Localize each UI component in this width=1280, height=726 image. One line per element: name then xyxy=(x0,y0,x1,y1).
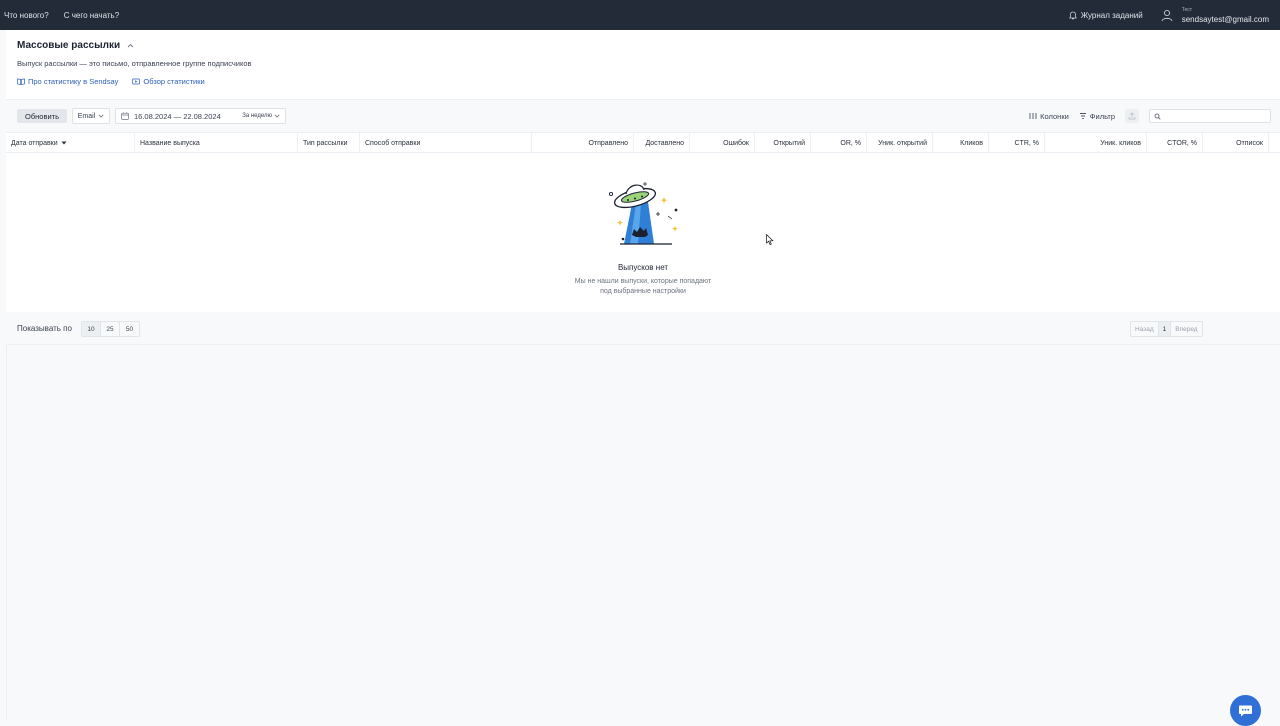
table-header: Дата отправки Название выпуска Тип рассы… xyxy=(6,132,1280,153)
col-send-date-label: Дата отправки xyxy=(11,139,58,147)
col-unsubscribes[interactable]: Отписок xyxy=(1203,133,1269,153)
col-ctor[interactable]: CTOR, % xyxy=(1147,133,1203,153)
empty-state: Выпусков нет Мы не нашли выпуски, которы… xyxy=(6,153,1280,312)
columns-button[interactable]: Колонки xyxy=(1029,112,1069,121)
col-clicks-label: Кликов xyxy=(960,139,983,147)
period-label: За неделю xyxy=(242,113,272,119)
bell-icon xyxy=(1068,11,1077,19)
col-delivered-label: Доставлено xyxy=(645,139,684,147)
col-clicks[interactable]: Кликов xyxy=(933,133,989,153)
export-button[interactable] xyxy=(1125,109,1139,123)
filter-icon xyxy=(1079,113,1086,119)
col-mailing-type[interactable]: Тип рассылки xyxy=(298,133,360,153)
about-stats-link[interactable]: Про статистику в Sendsay xyxy=(17,77,118,86)
mouse-cursor-icon xyxy=(766,234,774,245)
col-unsubscribes-label: Отписок xyxy=(1236,139,1263,147)
col-send-date[interactable]: Дата отправки xyxy=(6,133,135,153)
col-errors-label: Ошибок xyxy=(723,139,749,147)
about-stats-label: Про статистику в Sendsay xyxy=(28,77,119,86)
getting-started-link[interactable]: С чего начать? xyxy=(64,11,119,20)
col-or[interactable]: OR, % xyxy=(811,133,867,153)
channel-select-value: Email xyxy=(77,112,96,120)
col-delivered[interactable]: Доставлено xyxy=(634,133,690,153)
period-select[interactable]: За неделю xyxy=(242,113,280,119)
chevron-up-icon[interactable] xyxy=(127,43,134,48)
empty-state-line-1: Мы не нашли выпуски, которые попадают xyxy=(574,278,712,285)
col-sent-label: Отправлено xyxy=(588,139,628,147)
page-header: Массовые рассылки Выпуск рассылки — это … xyxy=(6,30,1280,100)
col-unique-clicks[interactable]: Уник. кликов xyxy=(1045,133,1147,153)
refresh-button[interactable]: Обновить xyxy=(17,109,67,123)
col-issue-name-label: Название выпуска xyxy=(140,139,200,147)
chevron-down-icon xyxy=(274,114,280,118)
col-issue-name[interactable]: Название выпуска xyxy=(135,133,298,153)
top-bar-right: Журнал заданий Тест sendsaytest@gmail.co… xyxy=(1068,0,1269,30)
date-range-value: 16.08.2024 — 22.08.2024 xyxy=(134,111,221,121)
chat-icon xyxy=(1239,705,1252,716)
search-input[interactable] xyxy=(1149,109,1271,123)
user-name: Тест xyxy=(1181,7,1193,13)
sort-desc-icon xyxy=(61,141,67,145)
search-icon xyxy=(1154,113,1161,120)
col-unique-clicks-label: Уник. кликов xyxy=(1100,139,1141,147)
col-ctr-label: CTR, % xyxy=(1014,139,1040,147)
columns-icon xyxy=(1029,113,1037,119)
columns-label: Колонки xyxy=(1040,111,1069,121)
col-opens-label: Открытий xyxy=(773,139,805,147)
task-journal-label: Журнал заданий xyxy=(1080,10,1143,20)
book-icon xyxy=(17,78,25,85)
chevron-down-icon xyxy=(98,114,104,118)
col-sent[interactable]: Отправлено xyxy=(532,133,634,153)
empty-state-line-2: под выбранные настройки xyxy=(600,288,686,295)
col-opens[interactable]: Открытий xyxy=(755,133,811,153)
page-size-option[interactable]: 10 xyxy=(82,322,101,336)
video-icon xyxy=(132,78,141,85)
page-subtitle: Выпуск рассылки — это письмо, отправленн… xyxy=(17,59,252,68)
empty-state-title: Выпусков нет xyxy=(617,263,669,272)
page-size-label: Показывать по xyxy=(17,324,72,333)
stats-overview-label: Обзор статистики xyxy=(143,77,205,86)
whats-new-link[interactable]: Что нового? xyxy=(4,11,49,20)
col-ctor-label: CTOR, % xyxy=(1167,139,1197,147)
prev-page-button[interactable]: Назад xyxy=(1131,322,1159,336)
calendar-icon xyxy=(121,112,129,120)
stats-overview-link[interactable]: Обзор статистики xyxy=(132,77,205,86)
col-errors[interactable]: Ошибок xyxy=(690,133,755,153)
next-page-button[interactable]: Вперед xyxy=(1171,322,1201,336)
page-size-option[interactable]: 50 xyxy=(120,322,139,336)
date-range-picker[interactable]: 16.08.2024 — 22.08.2024 За неделю xyxy=(115,108,286,124)
col-ctr[interactable]: CTR, % xyxy=(989,133,1045,153)
filter-label: Фильтр xyxy=(1089,111,1115,121)
page-size-selector: 10 25 50 xyxy=(81,321,140,337)
col-send-method[interactable]: Способ отправки xyxy=(360,133,532,153)
content-divider xyxy=(6,345,7,720)
col-or-label: OR, % xyxy=(840,139,861,147)
page-number[interactable]: 1 xyxy=(1158,322,1172,336)
ufo-illustration xyxy=(608,182,678,245)
toolbar: Обновить Email 16.08.2024 — 22.08.2024 З… xyxy=(6,100,1280,132)
col-unique-opens[interactable]: Уник. открытий xyxy=(867,133,933,153)
pagination: Назад 1 Вперед xyxy=(1130,321,1203,337)
task-journal-button[interactable]: Журнал заданий xyxy=(1068,10,1143,20)
page-size-option[interactable]: 25 xyxy=(101,322,120,336)
channel-select[interactable]: Email xyxy=(72,108,110,124)
col-send-method-label: Способ отправки xyxy=(365,139,421,147)
filter-button[interactable]: Фильтр xyxy=(1079,112,1115,121)
user-menu[interactable]: Тест sendsaytest@gmail.com xyxy=(1160,6,1269,24)
user-email: sendsaytest@gmail.com xyxy=(1181,15,1269,24)
page-title: Массовые рассылки xyxy=(17,40,121,51)
col-mailing-type-label: Тип рассылки xyxy=(303,139,348,147)
top-bar: Что нового? С чего начать? Журнал задани… xyxy=(0,0,1280,30)
col-unique-opens-label: Уник. открытий xyxy=(878,139,927,147)
pagination-bar: Показывать по 10 25 50 Назад 1 Вперед xyxy=(6,312,1280,345)
chat-widget-button[interactable] xyxy=(1230,695,1261,726)
user-avatar-icon xyxy=(1161,9,1173,22)
upload-icon xyxy=(1128,112,1136,120)
empty-state-description: Мы не нашли выпуски, которые попадают по… xyxy=(6,277,1280,297)
